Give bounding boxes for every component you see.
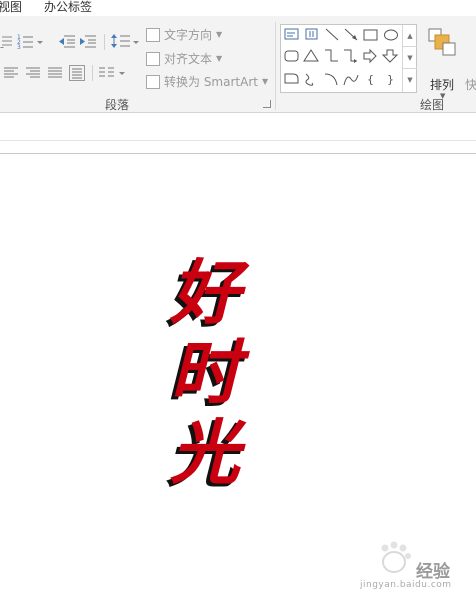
shapes-gallery[interactable]: { } [280,24,417,93]
quick-styles-label[interactable]: 快 [465,76,476,93]
justify-icon[interactable] [48,67,62,82]
word-art-svg: 好好时时光光 [165,251,250,497]
line-spacing-icon[interactable] [110,33,140,52]
svg-text:}: } [387,73,394,86]
ruler-area [0,114,476,154]
ruler-divider [0,140,476,141]
tab-view[interactable]: 视图 [0,0,22,14]
paragraph-group-label: 段落 [105,98,130,112]
columns-icon[interactable] [99,67,129,82]
chevron-down-icon: ▼ [216,54,223,63]
drawing-group-label: 绘图 [420,98,445,112]
word-art-char: 时 [170,331,250,414]
ribbon: 123 文字方向 ▼ 对齐文本 ▼ 转换为 SmartArt ▼ 段落 {} … [0,16,476,113]
separator [92,65,93,81]
text-direction-icon [146,27,160,42]
word-art-char: 好 [169,255,250,334]
align-left-icon[interactable] [4,67,18,82]
word-art-text[interactable]: 好好时时光光 [160,251,250,500]
distributed-icon[interactable] [69,65,85,84]
align-text-button[interactable]: 对齐文本 ▼ [146,50,222,67]
watermark-brand: 经验 [416,562,450,582]
chevron-down-icon: ▼ [261,77,269,86]
align-text-label: 对齐文本 [164,52,213,66]
arrange-label: 排列 [430,78,455,92]
word-art-char: 光 [170,411,247,494]
gallery-scroll-up-icon[interactable]: ▲ [403,25,417,47]
paragraph-dialog-launcher-icon[interactable] [263,100,271,108]
numbering-icon[interactable]: 123 [17,32,45,53]
text-direction-label: 文字方向 [164,28,213,42]
convert-smartart-label: 转换为 SmartArt [164,75,258,89]
align-text-icon [146,51,160,66]
gallery-scrollbar[interactable]: ▲ ▼ ▼ [402,25,417,92]
group-separator [275,22,276,110]
tab-office-tags[interactable]: 办公标签 [44,0,92,14]
svg-text:{: { [367,73,374,86]
increase-indent-icon[interactable] [79,34,97,51]
text-direction-button[interactable]: 文字方向 ▼ [146,26,222,43]
watermark-url: jingyan.baidu.com [360,580,452,590]
decrease-indent-icon[interactable] [58,34,76,51]
gallery-scroll-down-icon[interactable]: ▼ [403,47,417,69]
shapes-gallery-icons: { } [284,28,399,86]
bullets-dropdown[interactable] [0,34,14,51]
convert-smartart-button[interactable]: 转换为 SmartArt ▼ [146,73,268,90]
separator [104,34,105,50]
chevron-down-icon: ▼ [216,30,223,39]
svg-text:3: 3 [17,44,21,50]
gallery-more-icon[interactable]: ▼ [403,69,417,91]
arrange-icon [428,28,456,56]
ribbon-tab-strip: 视图 办公标签 [0,0,476,16]
smartart-icon [146,74,160,89]
align-right-icon[interactable] [26,67,40,82]
